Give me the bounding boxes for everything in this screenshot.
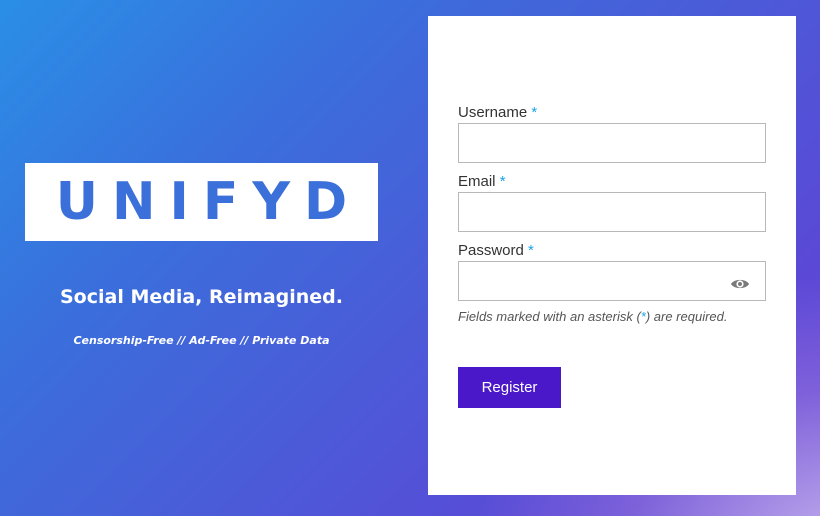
required-fields-hint: Fields marked with an asterisk (*) are r… [458, 309, 758, 324]
required-asterisk: * [528, 242, 534, 259]
password-label: Password * [458, 242, 534, 259]
registration-form: Username * Email * Password * Fields mar… [428, 16, 796, 495]
logo-text: UNIFYD [55, 172, 362, 232]
required-asterisk: * [499, 173, 506, 190]
subtagline: Censorship-Free // Ad-Free // Private Da… [73, 334, 330, 347]
password-input[interactable] [458, 261, 766, 301]
hint-prefix: Fields marked with an asterisk ( [458, 309, 641, 324]
email-label-text: Email [458, 173, 496, 190]
username-input[interactable] [458, 123, 766, 163]
username-label-text: Username [458, 104, 528, 121]
branding-panel: UNIFYD Social Media, Reimagined. Censors… [0, 0, 410, 516]
logo: UNIFYD [25, 163, 378, 241]
hint-suffix: ) are required. [645, 309, 728, 324]
email-label: Email * [458, 173, 506, 190]
tagline: Social Media, Reimagined. [59, 286, 343, 308]
register-button[interactable]: Register [458, 367, 561, 408]
eye-icon [731, 279, 749, 289]
email-input[interactable] [458, 192, 766, 232]
show-password-button[interactable] [730, 276, 750, 292]
required-asterisk: * [531, 104, 538, 121]
username-label: Username * [458, 104, 537, 121]
password-label-text: Password [458, 242, 524, 259]
